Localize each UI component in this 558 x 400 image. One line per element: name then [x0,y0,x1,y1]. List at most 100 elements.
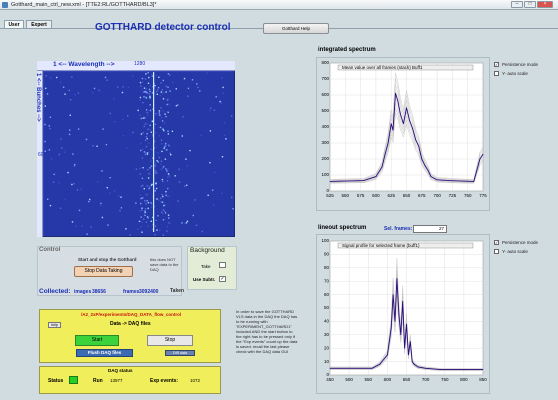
heatmap-bright-column [153,88,155,89]
flush-daq-files-button[interactable]: Flush DAQ files [76,349,133,357]
heatmap-bright-column [153,147,155,148]
heatmap-bright-column [153,153,155,154]
heatmap-pixel [145,203,147,205]
sel-frames-input[interactable]: 27 [413,225,447,233]
heatmap-pixel [155,90,158,93]
integrated-persistence-label: Persistence mode [502,62,539,67]
heatmap-pixel [61,147,63,149]
heatmap-bright-column [153,181,155,182]
integrated-persistence-checkbox[interactable]: ✓ [494,62,499,67]
heatmap-pixel [221,192,223,195]
heatmap-bright-column [153,79,155,80]
heatmap-bright-column [153,203,155,204]
daq-start-button[interactable]: Start [75,335,119,346]
heatmap-pixel [175,105,178,107]
heatmap-pixel [68,89,70,92]
heatmap-pixel [212,204,215,206]
stop-data-taking-button[interactable]: Stop Data Taking [74,266,133,277]
heatmap-bright-column [153,108,155,109]
minimize-icon[interactable]: – [511,1,523,8]
heatmap-pixel [165,194,167,196]
heatmap-pixel [120,196,122,198]
heatmap-bright-column [153,145,155,146]
data-point [329,181,331,182]
dir-data-button[interactable]: DIR data [165,350,195,356]
heatmap-pixel [182,116,184,118]
y-tick-label: 600 [321,92,329,97]
heatmap-pixel [44,123,46,126]
heatmap-pixel [58,153,60,156]
heatmap-pixel [178,168,180,170]
heatmap-pixel [149,167,151,169]
heatmap-pixel [163,204,165,207]
heatmap-bright-column [153,146,155,147]
integrated-autoscale-checkbox[interactable] [494,71,499,76]
heatmap-pixel [168,103,170,106]
data-point [400,334,402,336]
heatmap-bright-column [153,112,155,113]
data-point [427,169,429,171]
integrated-spectrum-chart[interactable]: 0100200300400500600700800525 550 575 600 625… [318,57,490,211]
heatmap-pixel [156,89,159,91]
heatmap-pixel [141,221,143,223]
heatmap-pixel [154,165,157,167]
heatmap-pixel [142,132,144,134]
lineout-spectrum-chart[interactable]: 0102030405060708090100450 500 550 600 650 700… [318,235,490,393]
heatmap-pixel [139,81,142,84]
heatmap-pixel [162,195,164,198]
gotthard-help-button[interactable]: Gotthard Help [263,23,329,34]
close-icon[interactable]: × [537,1,553,8]
heatmap-pixel [59,81,62,83]
take-background-checkbox[interactable] [219,262,226,268]
heatmap-pixel [140,202,142,205]
heatmap-bright-column [153,105,155,106]
heatmap-bright-column [153,131,155,132]
data-point [430,176,432,177]
lineout-persistence-checkbox[interactable]: ✓ [494,240,499,245]
heatmap-pixel [154,234,156,236]
lineout-autoscale-checkbox[interactable] [494,249,499,254]
heatmap-pixel [147,177,150,179]
daq-stop-button[interactable]: Stop [147,335,193,346]
use-subtract-checkbox[interactable]: ✓ [219,276,226,282]
x-tick-label: 750 [464,193,472,198]
heatmap-pixel [157,152,159,154]
taken-label: Taken [170,288,185,294]
heatmap-pixel [158,110,161,112]
heatmap-pixel [63,151,66,153]
strips-max: 60 [38,152,44,158]
heatmap-pixel [160,211,163,213]
heatmap-bright-column [153,224,155,225]
heatmap-bright-column [153,226,155,227]
heatmap-pixel [69,129,71,131]
heatmap-pixel [132,131,134,134]
x-tick-label: 600 [384,377,392,382]
heatmap-pixel [144,210,146,212]
heatmap-pixel [150,220,152,222]
heatmap-bright-column [153,74,155,75]
data-point [371,367,373,369]
heatmap-pixel [137,109,139,112]
x-tick-label: 700 [433,193,441,198]
heatmap-pixel [154,225,157,227]
heatmap-pixel [231,196,233,199]
heatmap-pixel [166,180,169,182]
daq-help-button[interactable]: help [48,322,61,328]
heatmap-pixel [145,152,147,154]
heatmap-pixel [101,216,104,219]
heatmap-pixel [148,88,151,91]
y-tick-label: 500 [321,108,329,113]
x-tick-label: 600 [372,193,380,198]
heatmap-pixel [99,89,101,91]
heatmap-pixel [160,201,162,203]
detector-heatmap[interactable] [44,72,234,236]
heatmap-pixel [158,135,160,137]
heatmap-pixel [165,85,167,87]
heatmap-bright-column [153,211,155,212]
heatmap-pixel [144,123,147,125]
heatmap-bright-column [153,230,155,231]
heatmap-pixel [161,150,163,153]
maximize-icon[interactable]: □ [524,1,536,8]
heatmap-bright-column [153,89,155,90]
heatmap-bright-column [153,189,155,190]
